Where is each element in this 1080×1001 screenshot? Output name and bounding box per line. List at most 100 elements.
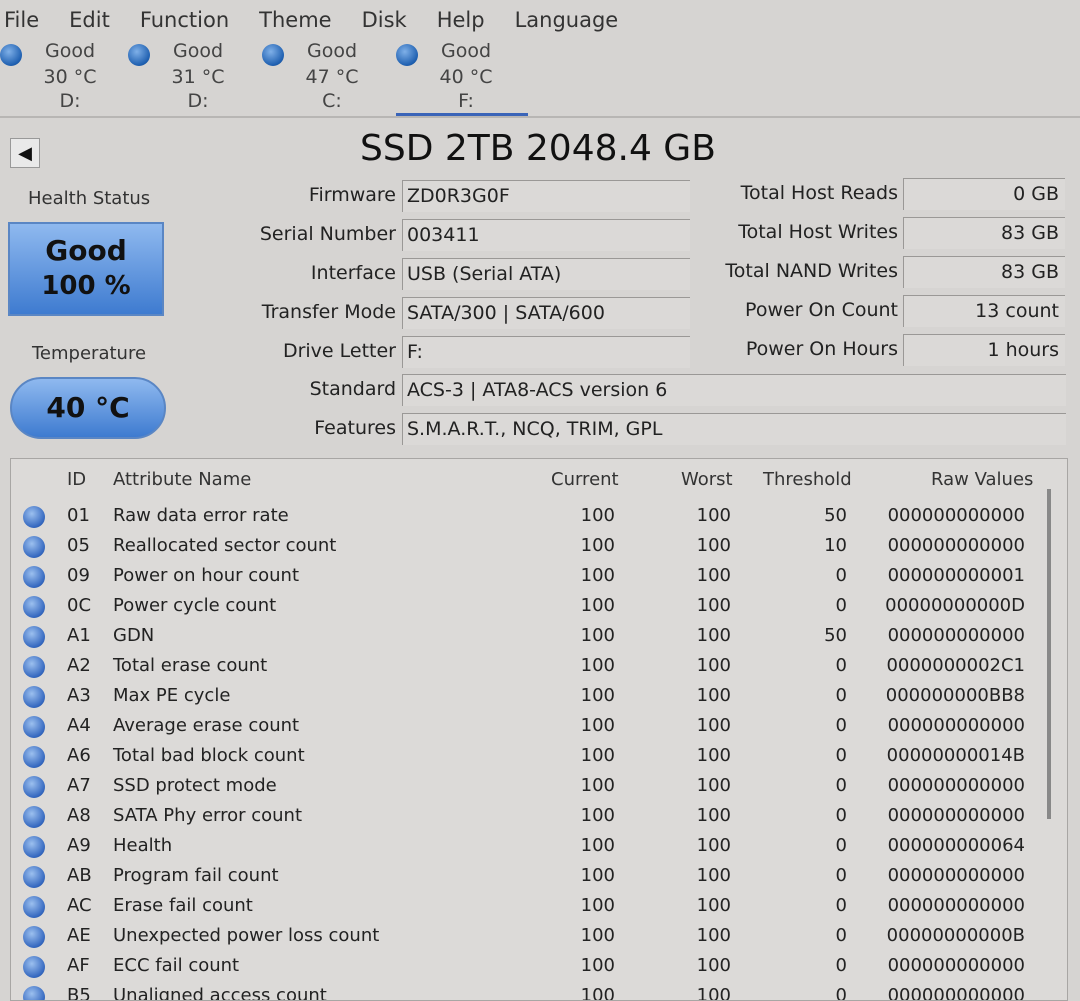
- menu-theme[interactable]: Theme: [255, 8, 331, 32]
- table-row[interactable]: AF ECC fail count 100 100 0 000000000000: [11, 951, 1051, 981]
- menu-function[interactable]: Function: [136, 8, 229, 32]
- disk-status: Good: [44, 40, 96, 62]
- status-dot-icon: [23, 776, 45, 798]
- cell-current: 100: [580, 655, 615, 676]
- cell-worst: 100: [696, 655, 731, 676]
- menu-file[interactable]: File: [0, 8, 39, 32]
- disk-tab-2[interactable]: Good 31 °C D:: [128, 38, 260, 116]
- total-host-writes-value: 83 GB: [903, 217, 1065, 249]
- cell-id: A7: [67, 775, 91, 796]
- status-dot-icon: [23, 566, 45, 588]
- cell-raw: 000000000000: [887, 775, 1025, 796]
- cell-id: AC: [67, 895, 92, 916]
- status-dot-icon: [0, 44, 22, 66]
- status-dot-icon: [23, 716, 45, 738]
- table-row[interactable]: 09 Power on hour count 100 100 0 000000000001: [11, 561, 1051, 591]
- cell-id: B5: [67, 985, 91, 1001]
- cell-current: 100: [580, 835, 615, 856]
- cell-current: 100: [580, 595, 615, 616]
- cell-threshold: 0: [835, 985, 847, 1001]
- cell-raw: 000000000000: [887, 625, 1025, 646]
- col-current-header[interactable]: Current: [551, 469, 619, 490]
- cell-threshold: 0: [835, 595, 847, 616]
- cell-current: 100: [580, 925, 615, 946]
- cell-raw: 000000000000: [887, 955, 1025, 976]
- cell-worst: 100: [696, 835, 731, 856]
- table-row[interactable]: A2 Total erase count 100 100 0 0000000002C1: [11, 651, 1051, 681]
- col-threshold-header[interactable]: Threshold: [763, 469, 852, 490]
- status-dot-icon: [23, 806, 45, 828]
- cell-current: 100: [580, 985, 615, 1001]
- disk-letter: C:: [322, 90, 342, 112]
- features-row: Features S.M.A.R.T., NCQ, TRIM, GPL: [0, 413, 1070, 447]
- cell-threshold: 0: [835, 865, 847, 886]
- table-scrollbar[interactable]: [1047, 489, 1051, 819]
- cell-worst: 100: [696, 535, 731, 556]
- menu-edit[interactable]: Edit: [65, 8, 110, 32]
- status-dot-icon: [23, 896, 45, 918]
- table-row[interactable]: A3 Max PE cycle 100 100 0 000000000BB8: [11, 681, 1051, 711]
- menu-bar: File Edit Function Theme Disk Help Langu…: [0, 0, 1080, 40]
- disk-status: Good: [440, 40, 492, 62]
- status-dot-icon: [23, 656, 45, 678]
- col-worst-header[interactable]: Worst: [681, 469, 733, 490]
- cell-raw: 000000000BB8: [885, 685, 1025, 706]
- cell-worst: 100: [696, 565, 731, 586]
- table-row[interactable]: A9 Health 100 100 0 000000000064: [11, 831, 1051, 861]
- table-row[interactable]: 01 Raw data error rate 100 100 50 00000000000…: [11, 501, 1051, 531]
- cell-name: Average erase count: [113, 715, 300, 736]
- cell-threshold: 0: [835, 925, 847, 946]
- table-row[interactable]: A7 SSD protect mode 100 100 0 000000000000: [11, 771, 1051, 801]
- disk-tab-4[interactable]: Good 40 °C F:: [396, 38, 528, 116]
- cell-id: AE: [67, 925, 91, 946]
- cell-current: 100: [580, 745, 615, 766]
- menu-disk[interactable]: Disk: [358, 8, 407, 32]
- cell-name: Power on hour count: [113, 565, 300, 586]
- disk-temp: 40 °C: [439, 66, 493, 88]
- cell-worst: 100: [696, 745, 731, 766]
- previous-disk-button[interactable]: ◀: [10, 138, 40, 168]
- table-row[interactable]: AE Unexpected power loss count 100 100 0 0000…: [11, 921, 1051, 951]
- cell-id: A8: [67, 805, 91, 826]
- disk-tab-1[interactable]: Good 30 °C D:: [0, 38, 132, 116]
- status-dot-icon: [23, 746, 45, 768]
- disk-tab-3[interactable]: Good 47 °C C:: [262, 38, 394, 116]
- cell-id: A3: [67, 685, 91, 706]
- status-dot-icon: [23, 506, 45, 528]
- table-row[interactable]: 05 Reallocated sector count 100 100 10 000000…: [11, 531, 1051, 561]
- power-on-hours-row: Power On Hours 1 hours: [700, 334, 1070, 368]
- serial-number-value: 003411: [402, 219, 690, 251]
- cell-worst: 100: [696, 805, 731, 826]
- table-row[interactable]: B5 Unaligned access count 100 100 0 000000000…: [11, 981, 1051, 1001]
- total-nand-writes-label: Total NAND Writes: [725, 260, 898, 282]
- status-dot-icon: [396, 44, 418, 66]
- table-row[interactable]: A8 SATA Phy error count 100 100 0 00000000000…: [11, 801, 1051, 831]
- cell-id: AB: [67, 865, 92, 886]
- menu-help[interactable]: Help: [433, 8, 485, 32]
- power-on-count-value: 13 count: [903, 295, 1065, 327]
- table-row[interactable]: A4 Average erase count 100 100 0 000000000000: [11, 711, 1051, 741]
- col-raw-header[interactable]: Raw Values: [931, 469, 1033, 490]
- col-id-header[interactable]: ID: [67, 469, 86, 490]
- table-row[interactable]: A6 Total bad block count 100 100 0 0000000001…: [11, 741, 1051, 771]
- disk-letter: F:: [458, 90, 474, 112]
- cell-raw: 000000000000: [887, 505, 1025, 526]
- menu-language[interactable]: Language: [511, 8, 619, 32]
- total-host-reads-row: Total Host Reads 0 GB: [700, 178, 1070, 212]
- standard-label: Standard: [309, 378, 396, 400]
- table-row[interactable]: AB Program fail count 100 100 0 000000000000: [11, 861, 1051, 891]
- table-row[interactable]: A1 GDN 100 100 50 000000000000: [11, 621, 1051, 651]
- table-row[interactable]: AC Erase fail count 100 100 0 000000000000: [11, 891, 1051, 921]
- cell-raw: 000000000000: [887, 535, 1025, 556]
- table-row[interactable]: 0C Power cycle count 100 100 0 00000000000D: [11, 591, 1051, 621]
- cell-name: Program fail count: [113, 865, 279, 886]
- standard-row: Standard ACS-3 | ATA8-ACS version 6: [0, 374, 1070, 408]
- cell-threshold: 0: [835, 685, 847, 706]
- disk-selector: Good 30 °C D: Good 31 °C D: Good 47 °C C…: [0, 38, 1080, 116]
- cell-threshold: 0: [835, 775, 847, 796]
- transfer-mode-label: Transfer Mode: [261, 301, 396, 323]
- cell-worst: 100: [696, 505, 731, 526]
- disk-temp: 47 °C: [305, 66, 359, 88]
- divider: [0, 116, 1080, 118]
- col-name-header[interactable]: Attribute Name: [113, 469, 251, 490]
